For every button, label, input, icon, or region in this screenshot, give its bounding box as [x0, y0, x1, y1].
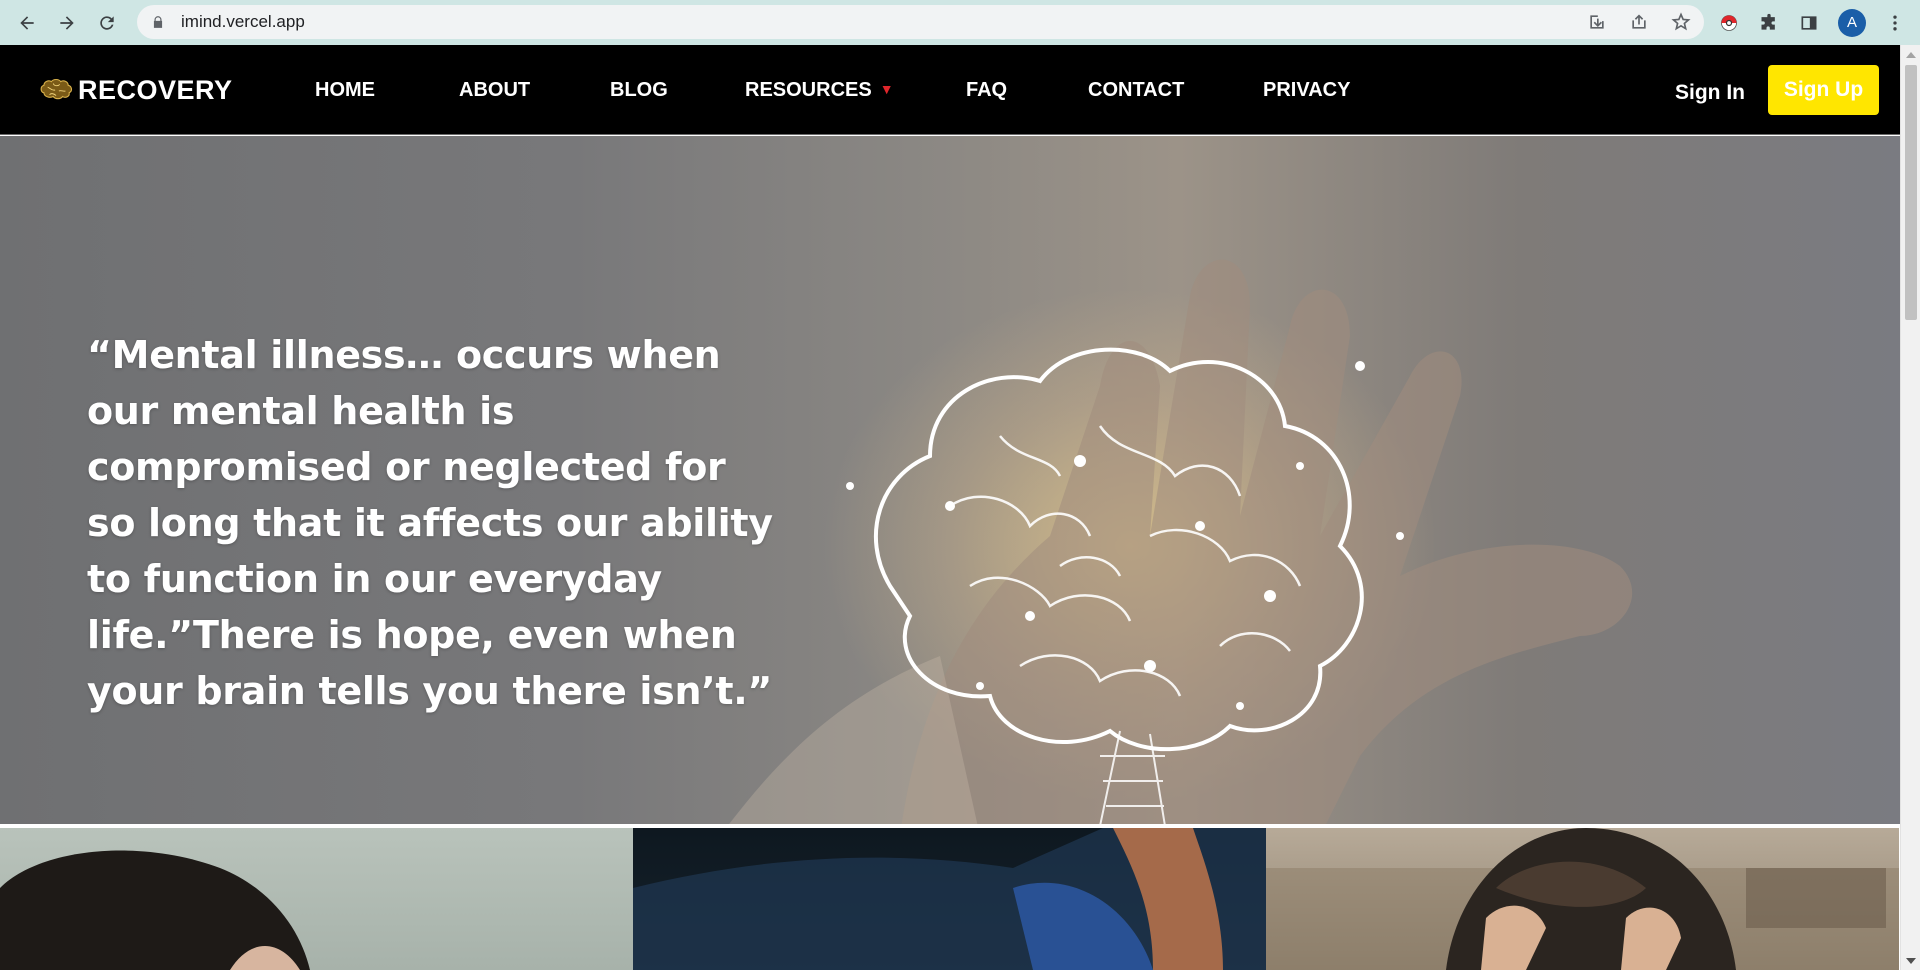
bookmark-star-icon[interactable]	[1670, 11, 1692, 33]
address-bar[interactable]: imind.vercel.app	[137, 5, 1704, 39]
card-image-man-stressed[interactable]	[1266, 828, 1899, 970]
card-image-woman[interactable]	[0, 828, 633, 970]
share-icon[interactable]	[1628, 11, 1650, 33]
scroll-down-arrow-icon[interactable]	[1906, 958, 1916, 964]
nav-home[interactable]: HOME	[315, 79, 375, 102]
card-image-person-dark[interactable]	[633, 828, 1266, 970]
hero-banner: “Mental illness… occurs when our mental …	[0, 136, 1900, 824]
nav-resources[interactable]: RESOURCES ▼	[745, 79, 894, 102]
nav-blog[interactable]: BLOG	[610, 79, 668, 102]
nav-privacy[interactable]: PRIVACY	[1263, 79, 1350, 102]
back-button[interactable]	[9, 5, 45, 41]
side-panel-icon[interactable]	[1798, 12, 1820, 34]
lock-icon	[153, 16, 163, 28]
url-text[interactable]: imind.vercel.app	[181, 12, 305, 32]
reload-icon	[100, 15, 114, 30]
feature-cards	[0, 828, 1900, 970]
browser-toolbar: imind.vercel.app A	[0, 0, 1920, 45]
forward-button[interactable]	[49, 5, 85, 41]
nav-about[interactable]: ABOUT	[459, 79, 530, 102]
nav-contact[interactable]: CONTACT	[1088, 79, 1184, 102]
profile-avatar[interactable]: A	[1838, 8, 1866, 37]
caret-down-icon: ▼	[879, 81, 894, 97]
forward-arrow-icon	[60, 15, 74, 30]
hero-quote: “Mental illness… occurs when our mental …	[87, 333, 773, 713]
kebab-menu-icon[interactable]	[1884, 12, 1906, 34]
sign-in-link[interactable]: Sign In	[1675, 81, 1745, 105]
glowing-brain-image	[846, 347, 1404, 824]
person-dark-room-image	[633, 828, 1266, 970]
install-app-icon[interactable]	[1586, 11, 1608, 33]
sign-up-button[interactable]: Sign Up	[1768, 65, 1879, 115]
nav-resources-label: RESOURCES	[745, 79, 872, 101]
extensions-puzzle-icon[interactable]	[1758, 12, 1780, 34]
pokeball-extension-icon[interactable]	[1718, 12, 1740, 34]
woman-holding-head-image	[0, 850, 310, 970]
man-holding-head-image	[1266, 828, 1899, 970]
back-arrow-icon	[20, 15, 34, 30]
scroll-up-arrow-icon[interactable]	[1906, 52, 1916, 58]
page-scrollbar[interactable]	[1900, 45, 1920, 970]
reload-button[interactable]	[89, 5, 125, 41]
main-nav: HOME ABOUT BLOG RESOURCES ▼ FAQ CONTACT P…	[0, 45, 1900, 135]
site-header: RECOVERY HOME ABOUT BLOG RESOURCES ▼ FAQ …	[0, 45, 1900, 135]
nav-faq[interactable]: FAQ	[966, 79, 1007, 102]
scrollbar-thumb[interactable]	[1905, 65, 1917, 320]
